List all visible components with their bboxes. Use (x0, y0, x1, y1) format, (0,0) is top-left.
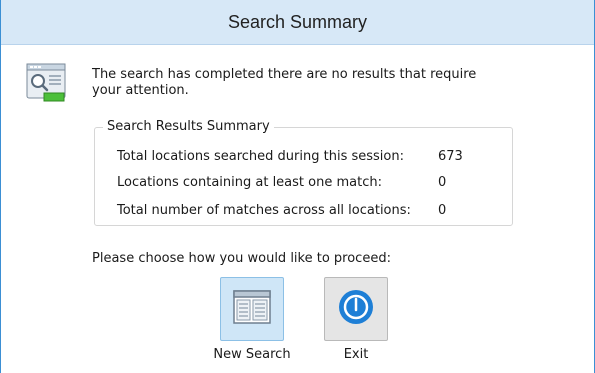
exit-button[interactable] (324, 277, 388, 341)
summary-legend: Search Results Summary (103, 119, 274, 135)
power-icon (337, 288, 375, 330)
summary-row-label: Total locations searched during this ses… (117, 149, 404, 164)
window-title: Search Summary (227, 11, 368, 32)
title-bar: Search Summary (1, 0, 594, 45)
summary-row-label: Locations containing at least one match: (117, 175, 382, 190)
status-message-line-1: The search has completed there are no re… (92, 67, 477, 82)
summary-row-value: 0 (438, 203, 447, 218)
summary-row-value: 673 (438, 149, 463, 164)
document-window-icon (232, 289, 272, 329)
search-results-summary-group: Search Results Summary Total locations s… (94, 119, 513, 226)
summary-row-label: Total number of matches across all locat… (117, 203, 411, 218)
new-search-button[interactable] (220, 277, 284, 341)
summary-row-value: 0 (438, 175, 447, 190)
search-summary-window: Search Summary The search has completed … (0, 0, 595, 373)
proceed-prompt: Please choose how you would like to proc… (92, 251, 391, 266)
status-message-line-2: your attention. (92, 83, 189, 98)
search-document-icon (24, 60, 70, 106)
exit-label[interactable]: Exit (320, 347, 392, 363)
status-message: The search has completed there are no re… (92, 67, 532, 99)
new-search-label[interactable]: New Search (206, 347, 298, 363)
